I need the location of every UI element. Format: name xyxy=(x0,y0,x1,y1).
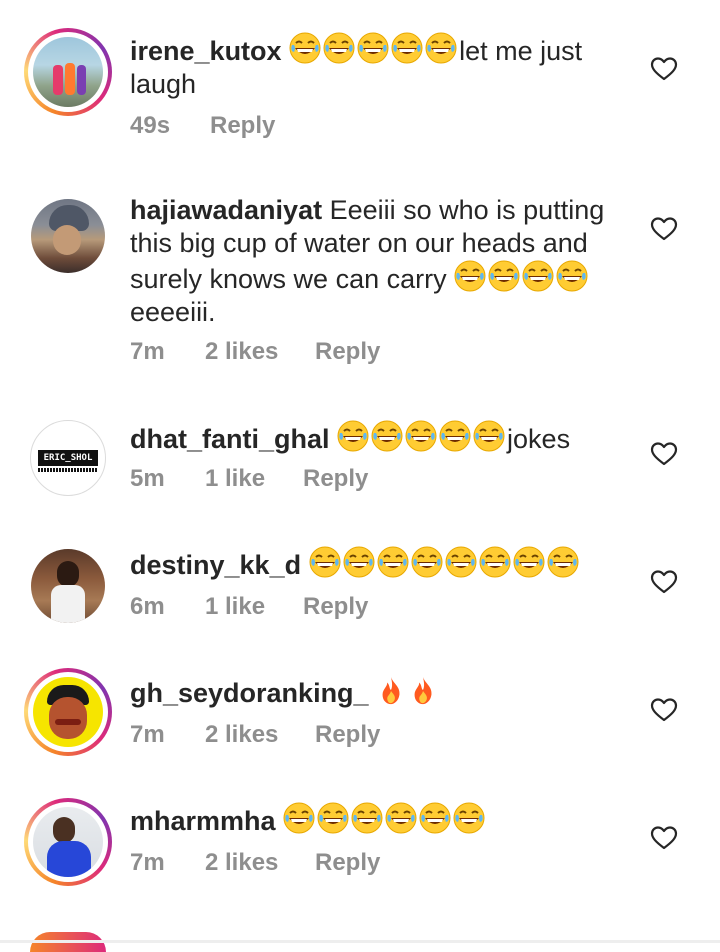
comment-time: 49s xyxy=(130,112,171,139)
heart-outline-icon[interactable] xyxy=(650,825,678,851)
heart-outline-icon[interactable] xyxy=(650,441,678,467)
laughing-tears-emoji xyxy=(453,802,485,834)
comment-time: 6m xyxy=(130,593,165,620)
heart-outline-icon[interactable] xyxy=(650,56,678,82)
fire-emoji xyxy=(408,674,438,706)
reply-button[interactable]: Reply xyxy=(315,721,380,749)
avatar[interactable] xyxy=(24,668,112,756)
laughing-tears-emoji xyxy=(513,546,545,578)
laughing-tears-emoji xyxy=(309,546,341,578)
likes-count[interactable]: 2 likes xyxy=(205,721,315,749)
laughing-tears-emoji xyxy=(411,546,443,578)
comment-time: 5m xyxy=(130,465,165,492)
laughing-tears-emoji xyxy=(425,32,457,64)
comment-time: 7m xyxy=(130,338,165,365)
heart-outline-icon[interactable] xyxy=(650,216,678,242)
avatar[interactable] xyxy=(30,548,106,624)
avatar[interactable] xyxy=(30,198,106,274)
comment-username[interactable]: hajiawadaniyat xyxy=(130,195,322,225)
laughing-tears-emoji xyxy=(337,420,369,452)
laughing-tears-emoji xyxy=(391,32,423,64)
comment-username[interactable]: gh_seydoranking_ xyxy=(130,678,369,708)
laughing-tears-emoji xyxy=(351,802,383,834)
avatar[interactable]: ERIC_SHOL xyxy=(30,420,106,496)
likes-count[interactable]: 2 likes xyxy=(205,338,315,366)
laughing-tears-emoji xyxy=(547,546,579,578)
laughing-tears-emoji xyxy=(522,260,554,292)
reply-button[interactable]: Reply xyxy=(210,112,275,140)
laughing-tears-emoji xyxy=(556,260,588,292)
comment-username[interactable]: dhat_fanti_ghal xyxy=(130,424,330,454)
laughing-tears-emoji xyxy=(445,546,477,578)
laughing-tears-emoji xyxy=(317,802,349,834)
laughing-tears-emoji xyxy=(371,420,403,452)
laughing-tears-emoji xyxy=(439,420,471,452)
laughing-tears-emoji xyxy=(385,802,417,834)
comment-text: jokes xyxy=(507,424,571,454)
laughing-tears-emoji xyxy=(289,32,321,64)
reply-button[interactable]: Reply xyxy=(315,849,380,877)
laughing-tears-emoji xyxy=(454,260,486,292)
comment-time: 7m xyxy=(130,849,165,876)
likes-count[interactable]: 2 likes xyxy=(205,849,315,877)
comment-username[interactable]: destiny_kk_d xyxy=(130,550,301,580)
laughing-tears-emoji xyxy=(283,802,315,834)
laughing-tears-emoji xyxy=(377,546,409,578)
comment-text-end: eeeeiii. xyxy=(130,297,216,327)
avatar[interactable] xyxy=(24,28,112,116)
likes-count[interactable]: 1 like xyxy=(205,465,303,493)
avatar[interactable] xyxy=(24,798,112,886)
laughing-tears-emoji xyxy=(343,546,375,578)
comment-username[interactable]: irene_kutox xyxy=(130,36,282,66)
laughing-tears-emoji xyxy=(405,420,437,452)
heart-outline-icon[interactable] xyxy=(650,697,678,723)
fire-emoji xyxy=(376,674,406,706)
laughing-tears-emoji xyxy=(419,802,451,834)
reply-button[interactable]: Reply xyxy=(303,465,368,493)
likes-count[interactable]: 1 like xyxy=(205,593,303,621)
avatar-logo-text: ERIC_SHOL xyxy=(43,453,93,463)
comment-username[interactable]: mharmmha xyxy=(130,806,276,836)
laughing-tears-emoji xyxy=(357,32,389,64)
laughing-tears-emoji xyxy=(473,420,505,452)
laughing-tears-emoji xyxy=(323,32,355,64)
comment-time: 7m xyxy=(130,721,165,748)
reply-button[interactable]: Reply xyxy=(303,593,368,621)
laughing-tears-emoji xyxy=(479,546,511,578)
laughing-tears-emoji xyxy=(488,260,520,292)
heart-outline-icon[interactable] xyxy=(650,569,678,595)
reply-button[interactable]: Reply xyxy=(315,338,380,366)
